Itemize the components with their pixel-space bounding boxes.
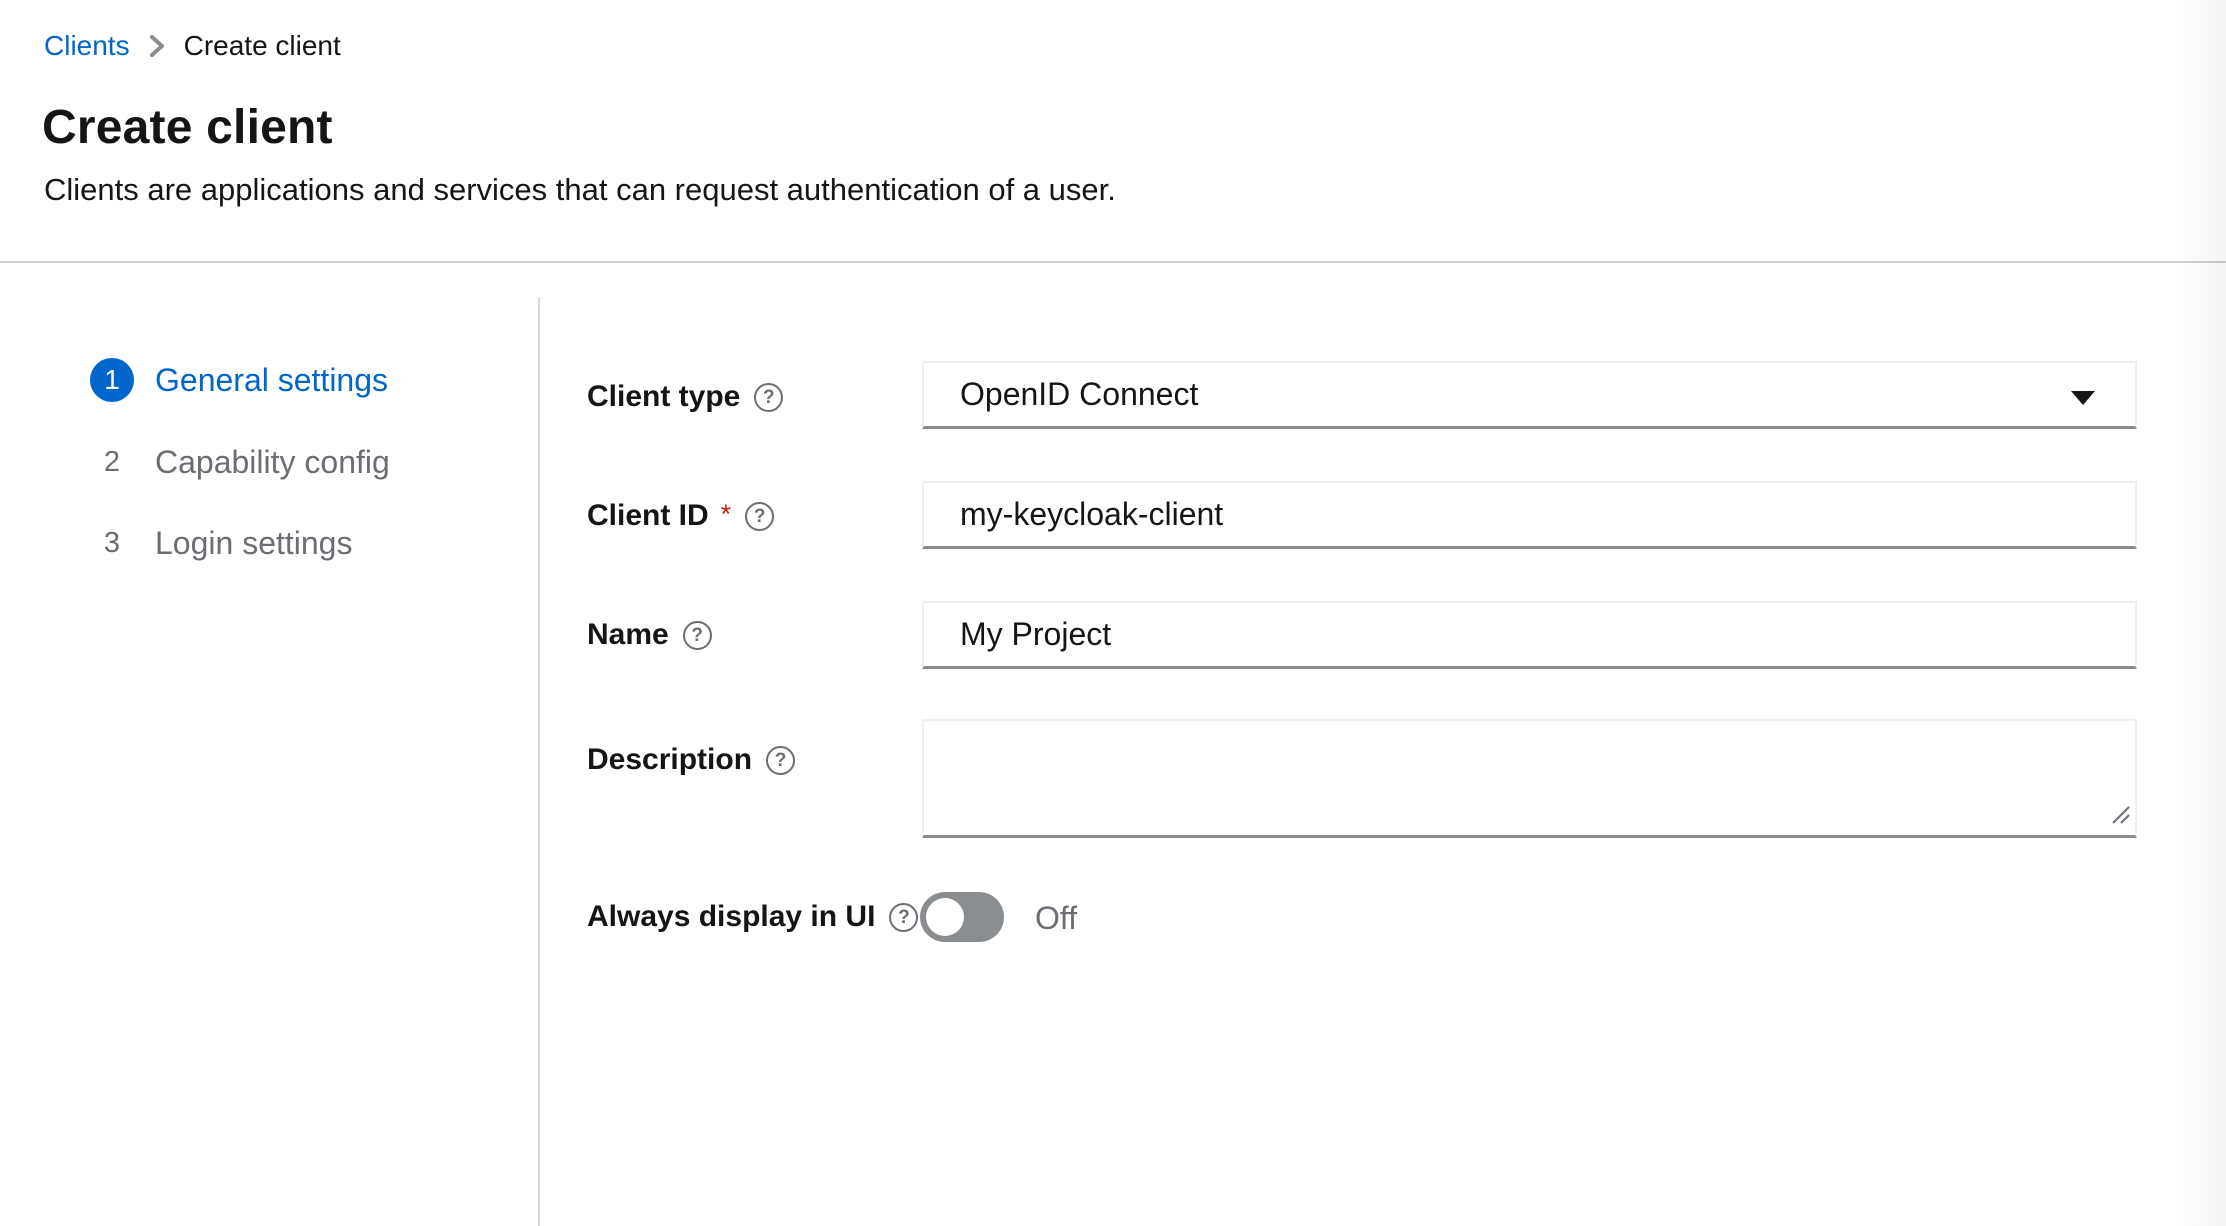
question-circle-icon[interactable] [745, 502, 774, 531]
question-circle-icon[interactable] [683, 621, 712, 650]
step-label: Login settings [155, 525, 352, 562]
client-type-label-row: Client type [587, 380, 783, 414]
step-label: Capability config [155, 444, 390, 481]
required-asterisk: * [721, 497, 732, 531]
description-label: Description [587, 743, 752, 777]
create-client-page: Clients Create client Create client Clie… [0, 0, 2226, 1226]
step-label: General settings [155, 362, 388, 399]
name-label-row: Name [587, 618, 712, 652]
wizard-step-login-settings[interactable]: 3 Login settings [90, 521, 352, 565]
caret-down-icon [2071, 391, 2095, 405]
always-display-label: Always display in UI [587, 900, 875, 934]
description-field [922, 719, 2137, 838]
client-id-label: Client ID [587, 499, 709, 533]
always-display-toggle[interactable] [920, 892, 1004, 942]
client-type-label: Client type [587, 380, 740, 414]
question-circle-icon[interactable] [754, 383, 783, 412]
description-label-row: Description [587, 743, 795, 777]
resize-grip-icon[interactable] [2109, 803, 2131, 830]
breadcrumb-current: Create client [184, 32, 341, 60]
always-display-label-row: Always display in UI [587, 900, 918, 934]
wizard-step-capability-config[interactable]: 2 Capability config [90, 440, 390, 484]
wizard-form-divider [538, 297, 540, 1226]
header-divider [0, 261, 2226, 263]
step-number-badge: 1 [90, 358, 134, 402]
breadcrumb: Clients Create client [44, 32, 341, 60]
breadcrumb-link-clients[interactable]: Clients [44, 32, 130, 60]
page-title: Create client [42, 100, 333, 155]
page-edge-shade [2172, 0, 2226, 1226]
client-id-input[interactable] [922, 481, 2137, 549]
client-type-select[interactable]: OpenID Connect [922, 361, 2137, 429]
toggle-knob [926, 898, 964, 936]
page-subtitle: Clients are applications and services th… [44, 172, 1116, 208]
description-textarea[interactable] [922, 719, 2137, 838]
step-number: 2 [90, 440, 134, 484]
client-id-label-row: Client ID * [587, 499, 774, 533]
name-label: Name [587, 618, 669, 652]
client-type-selected-value: OpenID Connect [960, 376, 1198, 413]
name-input[interactable] [922, 601, 2137, 669]
question-circle-icon[interactable] [766, 746, 795, 775]
toggle-state-label: Off [1035, 900, 1077, 937]
step-number: 3 [90, 521, 134, 565]
wizard-step-general-settings[interactable]: 1 General settings [90, 358, 388, 402]
question-circle-icon[interactable] [889, 903, 918, 932]
angle-right-icon [148, 33, 166, 59]
